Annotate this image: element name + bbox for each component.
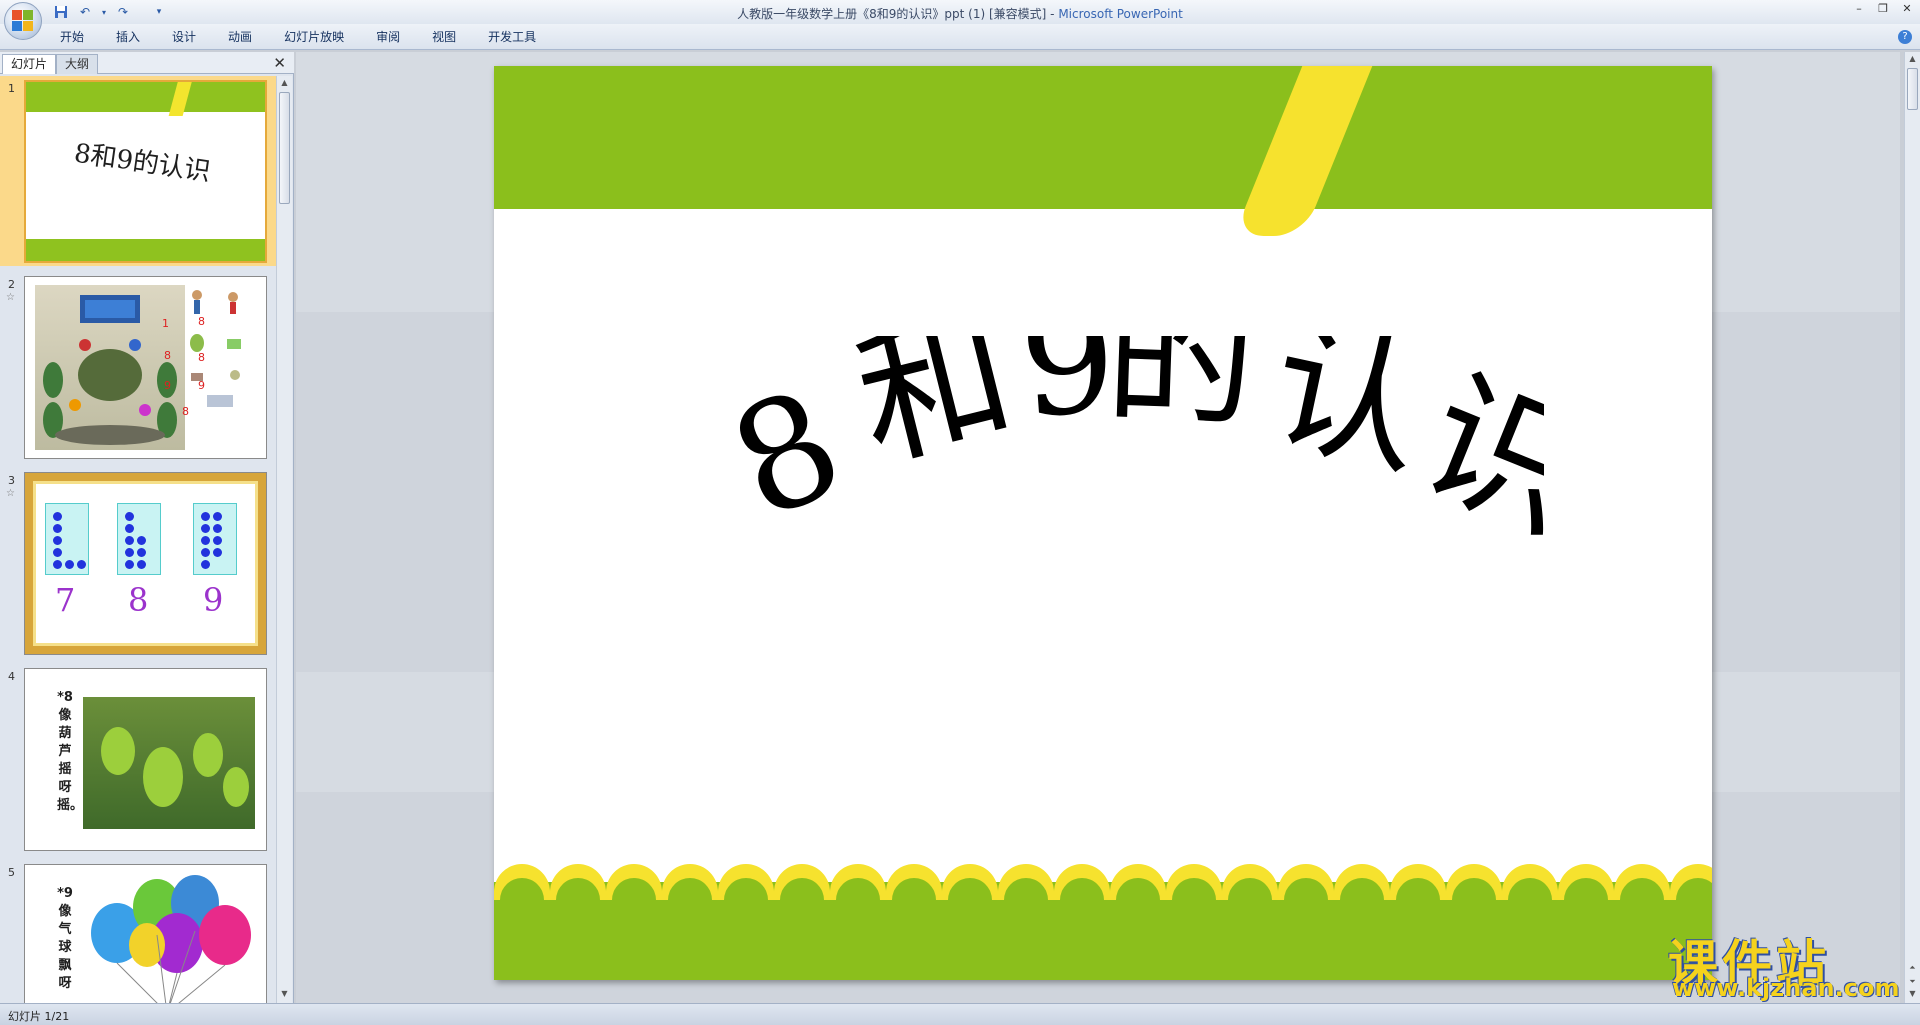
tab-animations[interactable]: 动画 [212, 29, 268, 45]
scroll-down-icon[interactable]: ▼ [1907, 989, 1918, 1001]
dot-card [45, 503, 89, 575]
slide-number: 3 [8, 474, 15, 487]
balloons-icon [91, 875, 251, 1003]
slide-title-wordart[interactable]: 8 和 9 的 认 识 [724, 336, 1544, 536]
window-controls: – ❐ ✕ [1852, 3, 1914, 15]
restore-icon[interactable]: ❐ [1876, 3, 1890, 15]
count-label: 1 [162, 317, 169, 330]
slide-thumbnails: 1 8和9的认识 2 ☆ 1 8 8 8 9 9 8 3 ☆ 7 8 9 4 *… [0, 76, 276, 1003]
dot-card [117, 503, 161, 575]
help-icon[interactable]: ? [1898, 30, 1912, 44]
slide-number: 5 [8, 866, 15, 879]
slide-thumbnail-5[interactable]: 5 *9像气球飘呀 [0, 860, 276, 1003]
scroll-up-icon[interactable]: ▲ [279, 78, 290, 90]
title-char: 8 [724, 356, 866, 536]
playground-scene-icon [43, 295, 177, 445]
slide-number: 4 [8, 670, 15, 683]
tab-outline[interactable]: 大纲 [56, 54, 99, 74]
minimize-icon[interactable]: – [1852, 3, 1866, 15]
slides-pane: 幻灯片 大纲 ✕ 1 8和9的认识 2 ☆ 1 8 8 8 9 9 8 3 ☆ … [0, 52, 294, 1003]
slide-number: 2 [8, 278, 15, 291]
number-seven: 7 [55, 581, 76, 619]
title-char: 认 [1257, 336, 1440, 498]
tab-insert[interactable]: 插入 [100, 29, 156, 45]
tab-home[interactable]: 开始 [50, 29, 100, 45]
number-eight: 8 [128, 581, 149, 619]
tab-design[interactable]: 设计 [156, 29, 212, 45]
title-separator: - [1046, 7, 1059, 21]
status-bar: 幻灯片 1/21 [0, 1003, 1920, 1025]
slide-scrollbar[interactable]: ▲ ⏶ ⏷ ▼ [1904, 52, 1920, 1003]
animation-star-icon: ☆ [6, 488, 15, 499]
slide-footer-band [26, 239, 265, 261]
count-label: 9 [164, 379, 171, 392]
tab-view[interactable]: 视图 [416, 29, 472, 45]
tab-slide-show[interactable]: 幻灯片放映 [268, 29, 360, 45]
slide-thumbnail-3[interactable]: 3 ☆ 7 8 9 [0, 468, 276, 658]
slide-thumbnail-4[interactable]: 4 *8像葫芦摇呀摇。 [0, 664, 276, 854]
document-title: 人教版一年级数学上册《8和9的认识》ppt (1) [兼容模式] [737, 7, 1047, 21]
current-slide[interactable]: 8 和 9 的 认 识 [494, 66, 1712, 980]
app-name: Microsoft PowerPoint [1058, 7, 1183, 21]
next-slide-icon[interactable]: ⏷ [1907, 977, 1918, 989]
scroll-up-icon[interactable]: ▲ [1907, 54, 1918, 66]
ribbon: 开始 插入 设计 动画 幻灯片放映 审阅 视图 开发工具 ? [0, 24, 1920, 50]
slide-preview: 1 8 8 8 9 9 8 [24, 276, 267, 459]
gold-frame: 7 8 9 [25, 473, 266, 654]
ribbon-tabs: 开始 插入 设计 动画 幻灯片放映 审阅 视图 开发工具 [50, 29, 552, 45]
slide-preview: 7 8 9 [24, 472, 267, 655]
window-title: 人教版一年级数学上册《8和9的认识》ppt (1) [兼容模式] - Micro… [0, 5, 1920, 22]
tab-slides[interactable]: 幻灯片 [2, 54, 57, 74]
slide-header-band [494, 66, 1712, 209]
slide-text: *9像气球飘呀 [57, 886, 73, 991]
office-button[interactable] [4, 2, 42, 40]
scroll-thumb[interactable] [279, 92, 290, 204]
watermark: 课件站 www.kjzhan.com [1668, 924, 1908, 1004]
tab-developer[interactable]: 开发工具 [472, 29, 552, 45]
slide-wave-footer [494, 864, 1712, 980]
pane-tabs: 幻灯片 大纲 ✕ [0, 52, 294, 74]
scroll-thumb[interactable] [1907, 68, 1918, 110]
title-char: 的 [1103, 336, 1259, 449]
slide-text: *8像葫芦摇呀摇。 [57, 690, 84, 813]
count-label: 8 [164, 349, 171, 362]
prev-slide-icon[interactable]: ⏶ [1907, 963, 1918, 975]
slide-thumbnail-1[interactable]: 1 8和9的认识 [0, 76, 276, 266]
gourd-picture [83, 697, 255, 829]
animation-star-icon: ☆ [6, 292, 15, 303]
watermark-url: www.kjzhan.com [1672, 974, 1900, 1002]
slide-preview: 8和9的认识 [24, 80, 267, 263]
pane-close-icon[interactable]: ✕ [273, 54, 286, 72]
items-illustration-icon [190, 290, 241, 407]
slide-preview: *8像葫芦摇呀摇。 [24, 668, 267, 851]
tab-review[interactable]: 审阅 [360, 29, 416, 45]
slide-counter: 幻灯片 1/21 [8, 1010, 70, 1023]
number-nine: 9 [203, 581, 224, 619]
dot-card [193, 503, 237, 575]
slide-header-band [26, 82, 265, 112]
slide-thumbnail-2[interactable]: 2 ☆ 1 8 8 8 9 9 8 [0, 272, 276, 462]
title-bar: ↶ ▾ ↷ ▾ 人教版一年级数学上册《8和9的认识》ppt (1) [兼容模式]… [0, 0, 1920, 40]
slide-number: 1 [8, 82, 15, 95]
office-logo-icon [12, 10, 34, 32]
slide-preview: *9像气球飘呀 [24, 864, 267, 1003]
thumbnails-scrollbar[interactable]: ▲ ▼ [276, 76, 292, 1003]
close-icon[interactable]: ✕ [1900, 3, 1914, 15]
thumb-title: 8和9的认识 [72, 138, 213, 188]
title-char: 和 [841, 336, 1029, 491]
scroll-down-icon[interactable]: ▼ [279, 989, 290, 1001]
